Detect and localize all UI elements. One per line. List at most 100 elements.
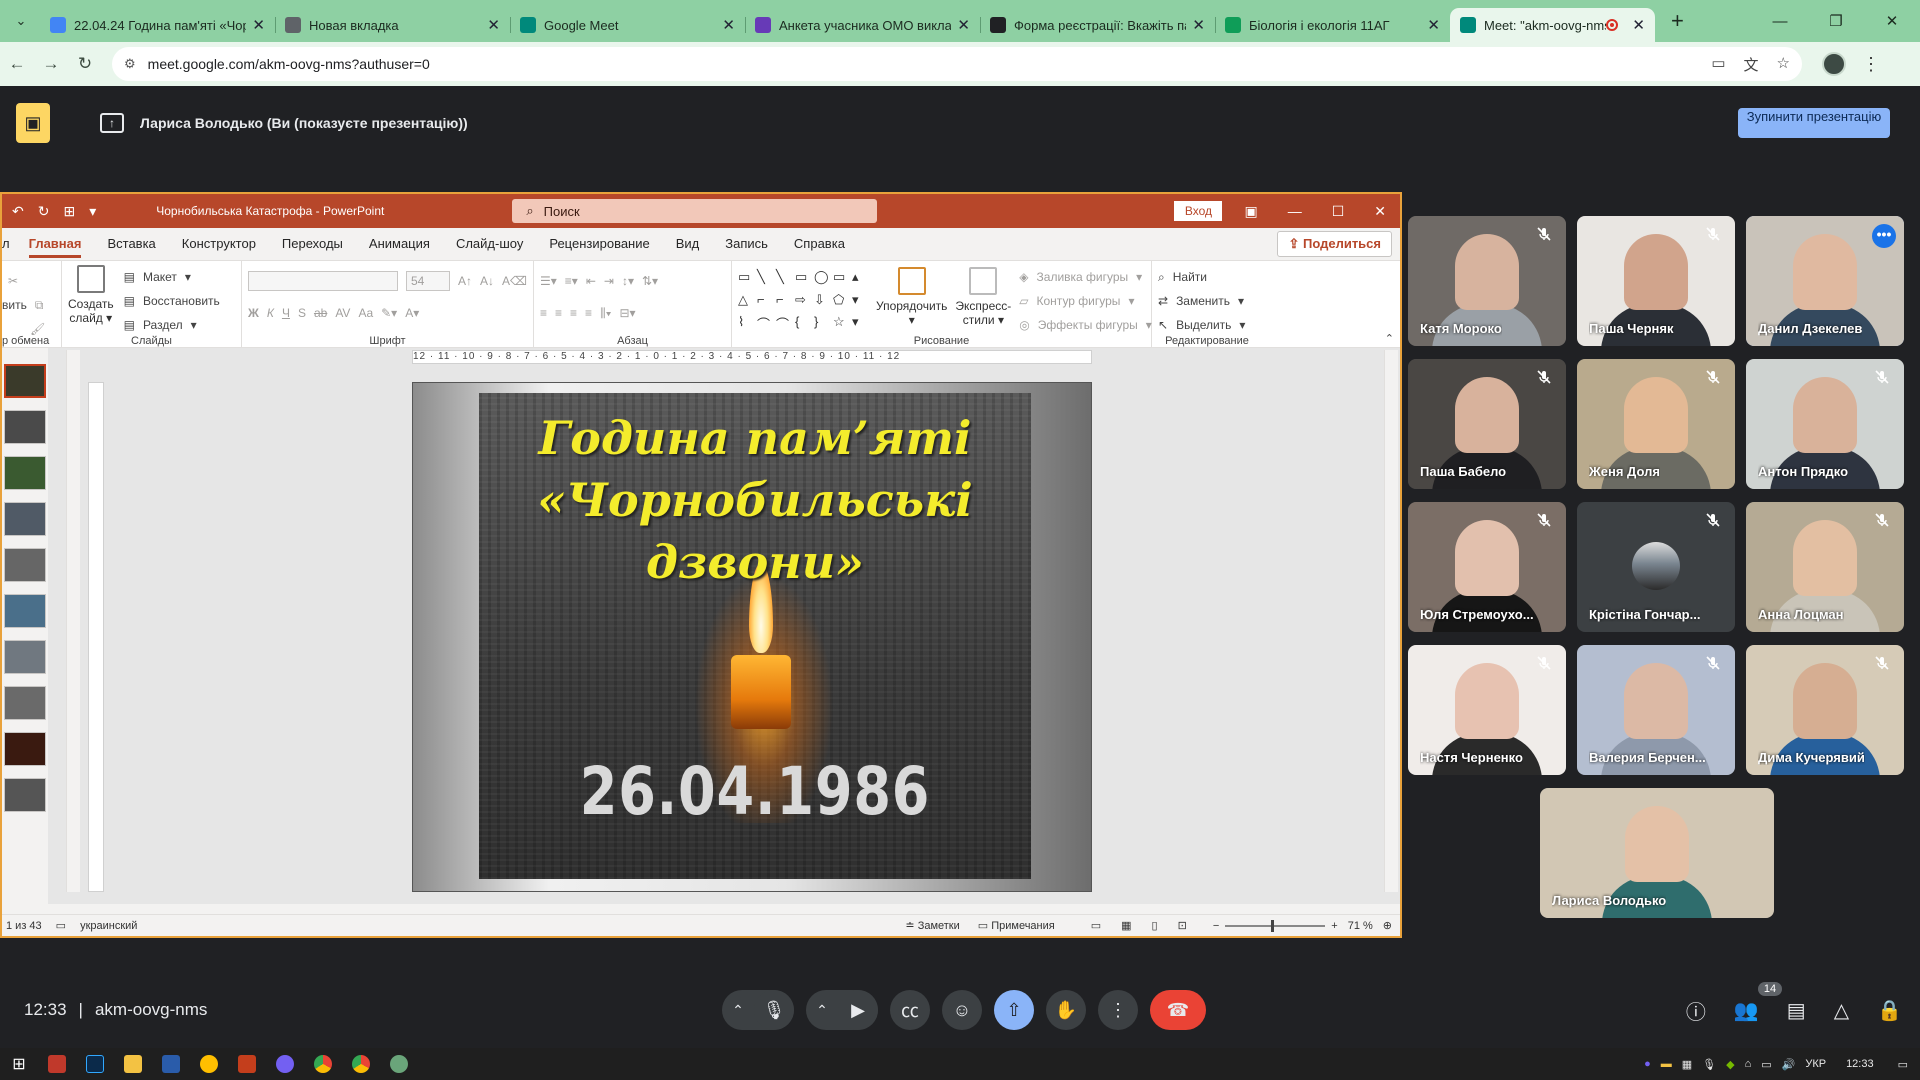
start-windows-icon[interactable]: ⊞ bbox=[0, 1048, 38, 1080]
zoom-slider[interactable] bbox=[1225, 919, 1326, 932]
participant-tile[interactable]: Катя Мороко bbox=[1408, 216, 1566, 346]
select-button[interactable]: ↖ Выделить ▾ bbox=[1158, 313, 1256, 337]
ribbon-tab[interactable]: Справка bbox=[781, 228, 858, 260]
autocad-icon[interactable] bbox=[190, 1048, 228, 1080]
browser-tab[interactable]: Google Meet ✕ bbox=[510, 8, 745, 42]
shapes-gallery[interactable]: ▭ ╲ ╲ ▭ ◯ ▭ ▴ △ ⌐ ⌐ ⇨ ⇩ ⬠ ▾ ⌇ ⌒ ⌒{} ☆ ▾ bbox=[738, 265, 868, 337]
reading-view-icon[interactable]: ▯ bbox=[1152, 919, 1158, 932]
host-controls-icon[interactable]: 🔒 bbox=[1877, 998, 1902, 1023]
align-right-icon[interactable]: ≡ bbox=[570, 306, 577, 320]
photoshop-icon[interactable] bbox=[76, 1048, 114, 1080]
char-spacing-button[interactable]: AV bbox=[335, 306, 350, 320]
flag-tray-icon[interactable]: ▬ bbox=[1661, 1058, 1672, 1070]
restore-icon[interactable]: ❐ bbox=[1808, 12, 1864, 30]
tab-close-icon[interactable]: ✕ bbox=[1632, 16, 1645, 34]
slide-thumbnail[interactable] bbox=[4, 594, 46, 628]
section-button[interactable]: ▤ Раздел ▾ bbox=[124, 313, 220, 337]
slide-thumbnail[interactable] bbox=[4, 778, 46, 812]
browser-tab[interactable]: Біологія і екологія 11АГ ✕ bbox=[1215, 8, 1450, 42]
slide-thumbnail[interactable] bbox=[4, 364, 46, 398]
more-options-icon[interactable]: ⋮ bbox=[1098, 990, 1138, 1030]
format-painter-icon[interactable]: 🖌 bbox=[30, 322, 45, 336]
ppt-close-icon[interactable]: ✕ bbox=[1374, 203, 1386, 220]
reset-button[interactable]: ▤ Восстановить bbox=[124, 289, 220, 313]
mic-options-chevron-icon[interactable]: ⌃ bbox=[722, 1002, 754, 1019]
slide-thumbnail[interactable] bbox=[4, 640, 46, 674]
underline-button[interactable]: Ч bbox=[282, 306, 290, 320]
tray-icon-3[interactable]: ⌂ bbox=[1745, 1058, 1752, 1070]
notifications-icon[interactable]: ▭ bbox=[1898, 1058, 1908, 1071]
ppt-maximize-icon[interactable]: ☐ bbox=[1332, 203, 1345, 220]
participant-tile[interactable]: Дима Кучерявий bbox=[1746, 645, 1904, 775]
ppt-search-box[interactable]: ⌕ Поиск bbox=[512, 199, 878, 223]
comments-button[interactable]: ▭ Примечания bbox=[978, 919, 1055, 932]
cut-icon[interactable]: ✂ bbox=[8, 274, 18, 288]
nvidia-tray-icon[interactable]: ◆ bbox=[1726, 1058, 1734, 1071]
participant-tile[interactable]: Женя Доля bbox=[1577, 359, 1735, 489]
quick-styles-button[interactable]: Экспресс- стили ▾ bbox=[955, 267, 1011, 337]
chrome-icon[interactable] bbox=[304, 1048, 342, 1080]
strikethrough-button[interactable]: ab bbox=[314, 306, 327, 320]
emoji-reaction-icon[interactable]: ☺ bbox=[942, 990, 982, 1030]
participant-tile[interactable]: Лариса Володько bbox=[1540, 788, 1774, 918]
camera-indicator-icon[interactable]: ▭ bbox=[1711, 54, 1725, 75]
font-name-box[interactable] bbox=[248, 271, 398, 291]
camera-options-chevron-icon[interactable]: ⌃ bbox=[806, 1002, 838, 1019]
shape-effects-button[interactable]: ◎ Эффекты фигуры ▾ bbox=[1019, 313, 1152, 337]
powerpoint-taskbar-icon[interactable] bbox=[228, 1048, 266, 1080]
captions-icon[interactable]: ㏄ bbox=[890, 990, 930, 1030]
slide-sorter-icon[interactable]: ▦ bbox=[1121, 919, 1131, 932]
participant-tile[interactable]: Паша Бабело bbox=[1408, 359, 1566, 489]
volume-icon[interactable]: 🔊 bbox=[1782, 1058, 1796, 1071]
people-icon[interactable]: 👥 14 bbox=[1734, 982, 1783, 1023]
numbering-icon[interactable]: ≡▾ bbox=[565, 274, 578, 288]
normal-view-icon[interactable]: ▭ bbox=[1091, 919, 1101, 932]
camera-icon[interactable]: ▶ bbox=[838, 990, 878, 1030]
decrease-indent-icon[interactable]: ⇤ bbox=[586, 274, 596, 288]
meeting-details-icon[interactable]: ⓘ bbox=[1686, 996, 1706, 1025]
tab-close-icon[interactable]: ✕ bbox=[487, 16, 500, 34]
present-now-icon[interactable]: ⇧ bbox=[994, 990, 1034, 1030]
file-explorer-icon[interactable] bbox=[114, 1048, 152, 1080]
align-left-icon[interactable]: ≡ bbox=[540, 306, 547, 320]
ribbon-tab[interactable]: Рецензирование bbox=[536, 228, 662, 260]
change-case-button[interactable]: Aa bbox=[358, 306, 373, 320]
tab-close-icon[interactable]: ✕ bbox=[1192, 16, 1205, 34]
zoom-out-icon[interactable]: − bbox=[1213, 920, 1219, 932]
zoom-in-icon[interactable]: + bbox=[1331, 920, 1337, 932]
sign-in-button[interactable]: Вход bbox=[1174, 201, 1223, 221]
participant-tile[interactable]: Анна Лоцман bbox=[1746, 502, 1904, 632]
bullets-icon[interactable]: ☰▾ bbox=[540, 274, 557, 288]
increase-indent-icon[interactable]: ⇥ bbox=[604, 274, 614, 288]
chrome-profile-icon[interactable] bbox=[342, 1048, 380, 1080]
tab-search-button[interactable]: ⌄ bbox=[6, 6, 36, 36]
minimize-icon[interactable]: — bbox=[1752, 13, 1808, 30]
participant-tile[interactable]: Валерия Берчен... bbox=[1577, 645, 1735, 775]
participant-tile[interactable]: Антон Прядко bbox=[1746, 359, 1904, 489]
bookmark-star-icon[interactable]: ☆ bbox=[1777, 54, 1790, 75]
ribbon-tab[interactable]: Переходы bbox=[269, 228, 356, 260]
ribbon-tab[interactable]: Запись bbox=[712, 228, 781, 260]
current-slide[interactable]: Година пам’яті «Чорнобильські дзвони» 26… bbox=[412, 382, 1092, 892]
decrease-font-icon[interactable]: A↓ bbox=[480, 274, 494, 288]
keyboard-language[interactable]: УКР bbox=[1805, 1058, 1826, 1070]
line-spacing-icon[interactable]: ↕▾ bbox=[622, 274, 634, 288]
raise-hand-icon[interactable]: ✋ bbox=[1046, 990, 1086, 1030]
slide-thumbnail[interactable] bbox=[4, 410, 46, 444]
ribbon-display-icon[interactable]: ▣ bbox=[1244, 203, 1257, 220]
ribbon-tab[interactable]: Вид bbox=[663, 228, 713, 260]
align-text-icon[interactable]: ⊟▾ bbox=[619, 306, 635, 320]
clock[interactable]: 12:33 bbox=[1846, 1058, 1874, 1070]
browser-tab[interactable]: Meet: "akm-oovg-nms" ✕ bbox=[1450, 8, 1655, 42]
browser-tab[interactable]: 22.04.24 Година пам'яті «Чорнобильські д… bbox=[40, 8, 275, 42]
viber-icon[interactable] bbox=[266, 1048, 304, 1080]
ribbon-tab[interactable]: Анимация bbox=[356, 228, 443, 260]
tab-close-icon[interactable]: ✕ bbox=[252, 16, 265, 34]
slide-thumbnail[interactable] bbox=[4, 686, 46, 720]
microphone-icon[interactable]: 🎙 bbox=[754, 990, 794, 1030]
leave-call-icon[interactable]: ☎ bbox=[1150, 990, 1206, 1030]
shadow-button[interactable]: S bbox=[298, 306, 306, 320]
collapse-ribbon-icon[interactable]: ⌃ bbox=[1385, 332, 1394, 345]
text-direction-icon[interactable]: ⇅▾ bbox=[642, 274, 658, 288]
slideshow-icon[interactable]: ⊞ bbox=[63, 203, 75, 220]
